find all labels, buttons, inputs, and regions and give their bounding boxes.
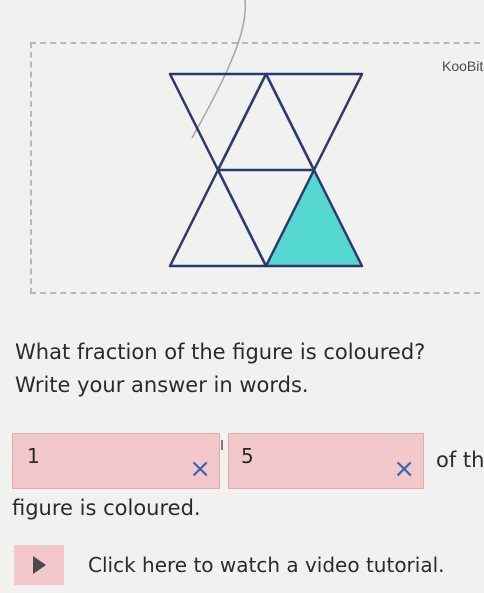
play-icon	[32, 556, 46, 574]
question-text: What fraction of the figure is coloured?	[15, 340, 426, 364]
triangle-3	[216, 72, 316, 172]
triangle-1	[168, 72, 268, 172]
triangle-4	[168, 168, 268, 268]
answer-continuation-text: figure is coloured.	[12, 496, 201, 520]
numerator-value: 1	[27, 444, 40, 468]
clear-numerator-icon[interactable]: ×	[189, 456, 211, 482]
video-tutorial-text[interactable]: Click here to watch a video tutorial.	[88, 553, 445, 577]
instruction-text: Write your answer in words.	[15, 373, 309, 397]
denominator-value: 5	[241, 444, 254, 468]
shaded-triangle	[266, 170, 362, 266]
separator-mark	[221, 440, 223, 450]
video-tutorial-link[interactable]: Click here to watch a video tutorial.	[14, 545, 445, 585]
triangle-2	[264, 72, 364, 172]
denominator-answer-box[interactable]: 5 ×	[228, 433, 424, 489]
clear-denominator-icon[interactable]: ×	[393, 456, 415, 482]
answer-suffix-text: of th	[436, 448, 484, 472]
brand-logo: KooBit	[442, 58, 484, 74]
triangle-figure	[168, 72, 364, 268]
numerator-answer-box[interactable]: 1 ×	[12, 433, 220, 489]
play-button[interactable]	[14, 545, 64, 585]
